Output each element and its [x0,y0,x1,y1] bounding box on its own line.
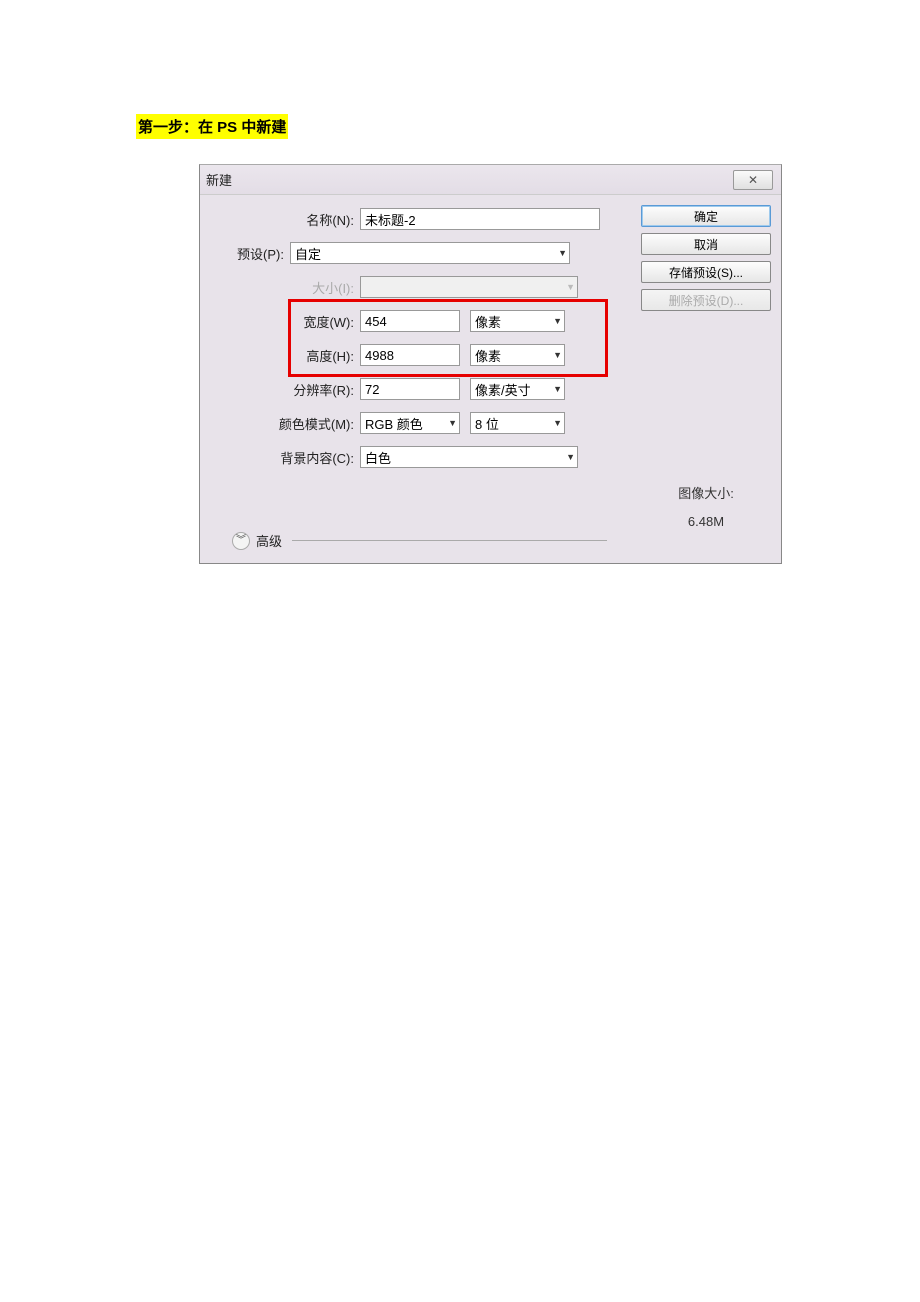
width-row: 宽度(W): 像素 ▼ [210,307,618,335]
advanced-toggle[interactable]: ︾ [232,532,250,550]
bg-content-label: 背景内容(C): [210,448,360,467]
chevron-down-icon: ▼ [553,384,562,394]
dialog-title: 新建 [206,170,232,189]
width-label: 宽度(W): [210,312,360,331]
height-row: 高度(H): 像素 ▼ [210,341,618,369]
height-input[interactable] [360,344,460,366]
close-icon: ✕ [748,173,758,187]
close-button[interactable]: ✕ [733,170,773,190]
divider-line [292,540,607,541]
bg-content-value: 白色 [365,448,391,467]
height-label: 高度(H): [210,346,360,365]
chevron-down-icon: ▼ [553,418,562,428]
name-input[interactable] [360,208,600,230]
preset-select[interactable]: 自定 ▼ [290,242,570,264]
chevron-down-icon: ▼ [558,248,567,258]
image-size-value: 6.48M [641,514,771,529]
bg-content-row: 背景内容(C): 白色 ▼ [210,443,618,471]
size-row: 大小(I): ▼ [210,273,618,301]
preset-label: 预设(P): [170,244,290,263]
color-mode-value: RGB 颜色 [365,414,423,433]
height-unit-value: 像素 [475,346,501,365]
advanced-label: 高级 [256,531,282,550]
dialog-titlebar: 新建 ✕ [200,165,781,195]
height-unit-select[interactable]: 像素 ▼ [470,344,565,366]
width-input[interactable] [360,310,460,332]
name-label: 名称(N): [210,210,360,229]
preset-row: 预设(P): 自定 ▼ [170,239,618,267]
size-label: 大小(I): [210,278,360,297]
resolution-row: 分辨率(R): 像素/英寸 ▼ [210,375,618,403]
image-size-label: 图像大小: [641,483,771,502]
color-mode-row: 颜色模式(M): RGB 颜色 ▼ 8 位 ▼ [210,409,618,437]
save-preset-button[interactable]: 存储预设(S)... [641,261,771,283]
width-unit-select[interactable]: 像素 ▼ [470,310,565,332]
chevron-down-icon: ▼ [566,282,575,292]
resolution-unit-value: 像素/英寸 [475,380,531,399]
button-column: 确定 取消 存储预设(S)... 删除预设(D)... 图像大小: 6.48M [641,205,771,529]
bit-depth-value: 8 位 [475,414,499,433]
chevron-down-icon: ▼ [566,452,575,462]
chevron-down-icon: ▼ [553,316,562,326]
name-row: 名称(N): [210,205,618,233]
advanced-section: ︾ 高级 [232,531,607,550]
chevron-down-icon: ▼ [553,350,562,360]
delete-preset-button: 删除预设(D)... [641,289,771,311]
resolution-label: 分辨率(R): [210,380,360,399]
instruction-text: 第一步：在 PS 中新建 [136,114,288,139]
chevron-down-icon: ▼ [448,418,457,428]
size-select: ▼ [360,276,578,298]
dialog-body: 名称(N): 预设(P): 自定 ▼ 大小(I): ▼ 宽度(W): [200,195,781,563]
chevron-double-down-icon: ︾ [236,536,246,546]
new-document-dialog: 新建 ✕ 名称(N): 预设(P): 自定 ▼ 大小(I): ▼ [199,164,782,564]
color-mode-select[interactable]: RGB 颜色 ▼ [360,412,460,434]
form-left-column: 名称(N): 预设(P): 自定 ▼ 大小(I): ▼ 宽度(W): [210,205,618,477]
preset-value: 自定 [295,244,321,263]
resolution-input[interactable] [360,378,460,400]
bg-content-select[interactable]: 白色 ▼ [360,446,578,468]
cancel-button[interactable]: 取消 [641,233,771,255]
width-unit-value: 像素 [475,312,501,331]
resolution-unit-select[interactable]: 像素/英寸 ▼ [470,378,565,400]
color-mode-label: 颜色模式(M): [210,414,360,433]
bit-depth-select[interactable]: 8 位 ▼ [470,412,565,434]
ok-button[interactable]: 确定 [641,205,771,227]
